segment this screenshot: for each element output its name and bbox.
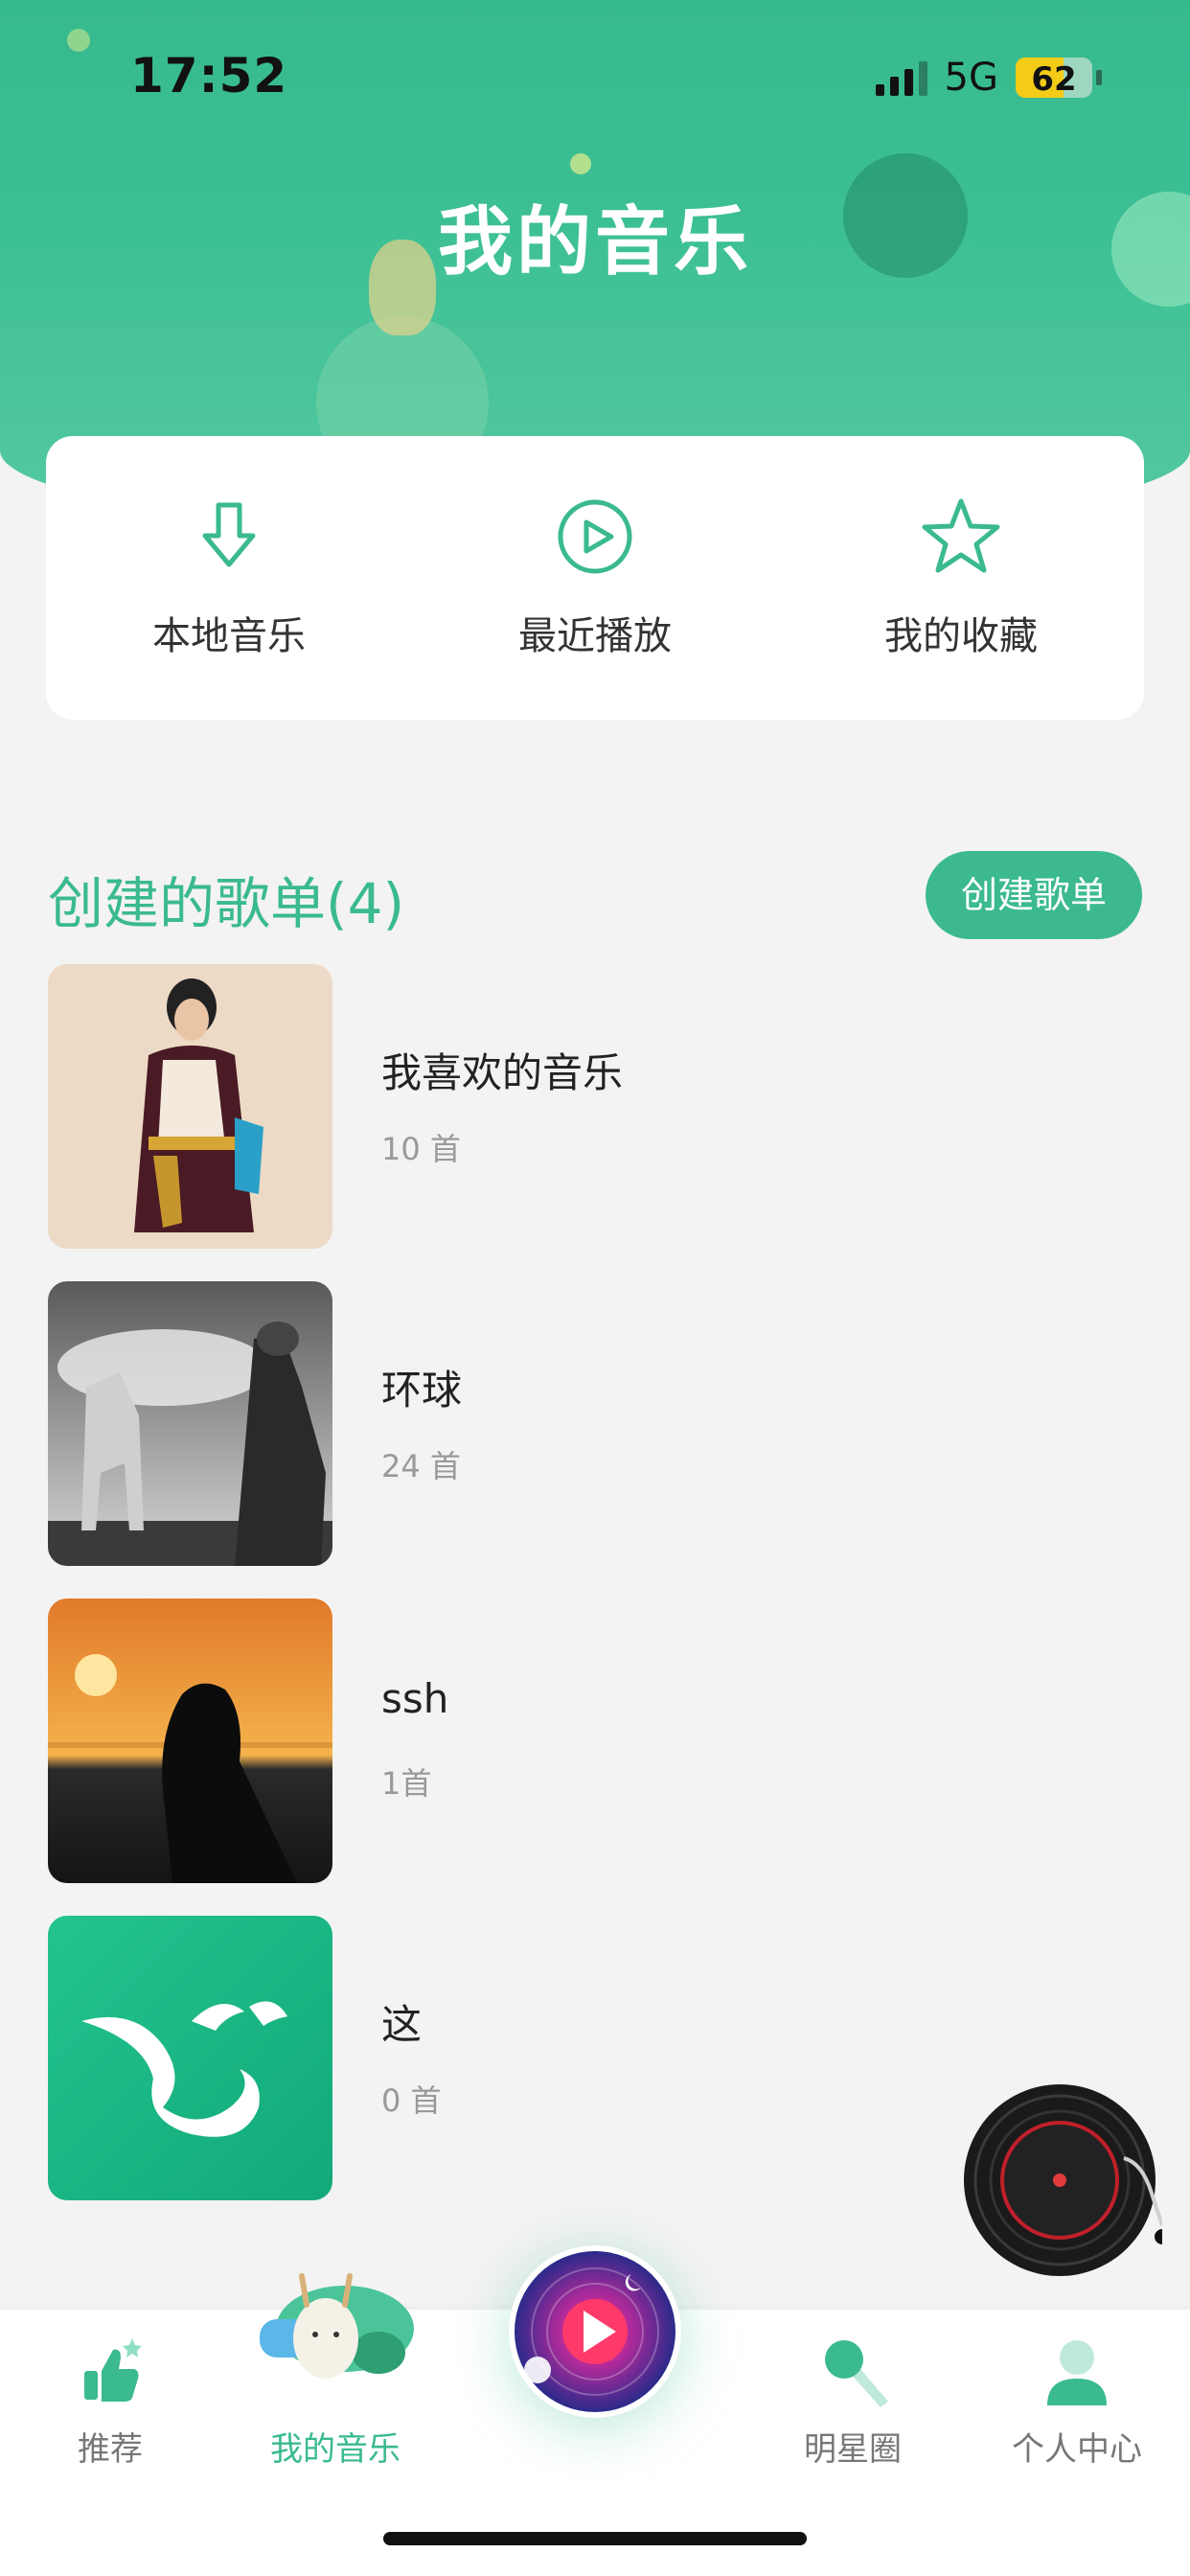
playlist-count: 10 首	[381, 1131, 461, 1167]
battery-icon: 62	[1016, 58, 1092, 98]
battery-level: 62	[1031, 60, 1077, 98]
playlist-name: 这	[381, 2001, 423, 2048]
playlist-name: 我喜欢的音乐	[381, 1049, 624, 1096]
status-indicators: 5G 62	[875, 56, 1102, 100]
list-item[interactable]: ssh 1首	[48, 1598, 1142, 1883]
list-item[interactable]: 环球 24 首	[48, 1281, 1142, 1566]
play-circle-icon	[558, 499, 632, 574]
quick-action-label: 我的收藏	[884, 614, 1038, 658]
playlist-count: 1首	[381, 1765, 432, 1802]
playlist-section-header: 创建的歌单(4) 创建歌单	[48, 851, 1142, 943]
tab-label: 明星圈	[804, 2430, 902, 2469]
playlist-name: ssh	[381, 1675, 449, 1722]
home-indicator	[383, 2532, 807, 2545]
playlist-count: 0 首	[381, 2082, 442, 2119]
decor-sparkle	[67, 29, 90, 52]
playlist-cover	[48, 1281, 332, 1566]
vinyl-icon	[964, 2084, 1170, 2276]
microphone-icon	[825, 2340, 888, 2407]
recent-play-button[interactable]: 最近播放	[470, 495, 720, 660]
playlist-name: 环球	[381, 1367, 463, 1414]
tab-label: 我的音乐	[270, 2430, 400, 2469]
page-title: 我的音乐	[437, 199, 752, 286]
playlist-cover	[48, 1598, 332, 1883]
favorites-button[interactable]: 我的收藏	[836, 495, 1086, 660]
playlist-list: 我喜欢的音乐 10 首 环球 24 首 ssh 1首 这 0 首	[48, 964, 1142, 2200]
quick-action-label: 本地音乐	[152, 614, 306, 658]
status-time: 17:52	[130, 48, 288, 104]
play-disc-icon	[515, 2251, 675, 2412]
playlist-cover	[48, 1916, 332, 2200]
decor-sparkle	[570, 153, 591, 174]
person-icon	[1047, 2340, 1107, 2405]
quick-action-label: 最近播放	[518, 614, 672, 658]
local-music-button[interactable]: 本地音乐	[104, 495, 354, 660]
network-type: 5G	[944, 56, 998, 100]
download-arrow-icon	[202, 502, 256, 567]
thumbs-up-icon	[84, 2338, 142, 2402]
tab-label: 推荐	[78, 2430, 143, 2469]
star-icon	[922, 498, 1000, 573]
playlist-count: 24 首	[381, 1448, 461, 1484]
tab-label: 个人中心	[1012, 2430, 1142, 2469]
quick-actions-card: 本地音乐 最近播放 我的收藏	[46, 436, 1144, 720]
section-title: 创建的歌单(4)	[48, 871, 405, 936]
mascot-icon	[260, 2273, 414, 2379]
vinyl-player-widget[interactable]	[961, 2082, 1170, 2283]
list-item[interactable]: 我喜欢的音乐 10 首	[48, 964, 1142, 1249]
center-play-button[interactable]	[509, 2245, 681, 2418]
create-playlist-button[interactable]: 创建歌单	[926, 851, 1142, 939]
playlist-cover	[48, 964, 332, 1249]
signal-icon	[875, 59, 927, 96]
